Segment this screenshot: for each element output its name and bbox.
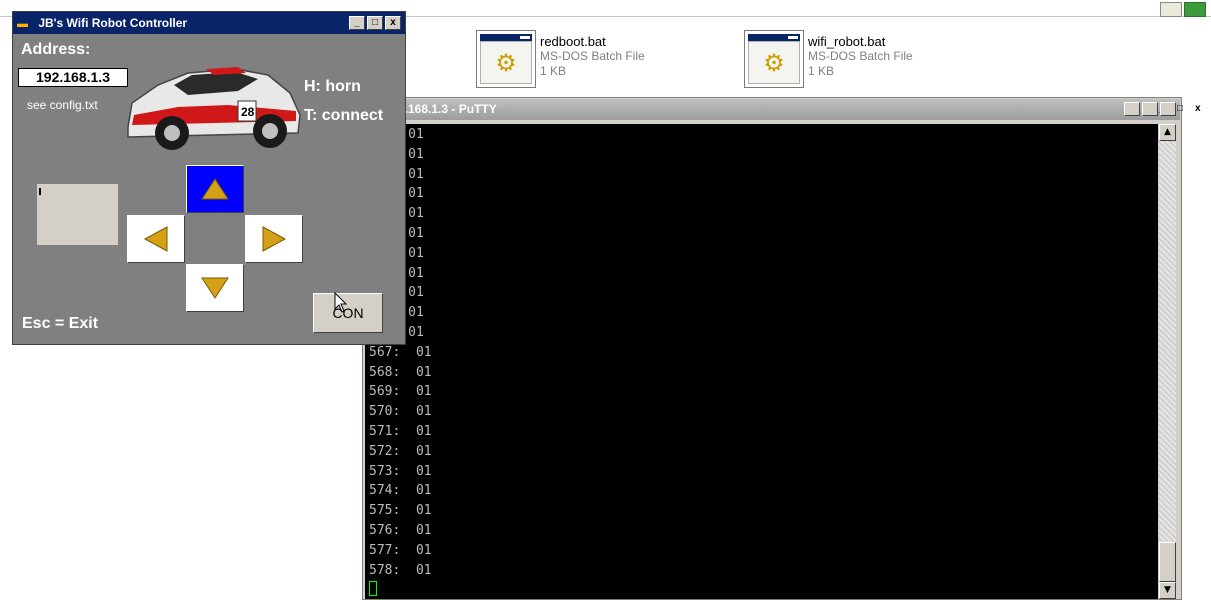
- connect-hint: T: connect: [304, 107, 384, 124]
- terminal-line: 569: 01: [369, 384, 432, 400]
- robot-controller-window[interactable]: ▬ JB's Wifi Robot Controller _ □ x Addre…: [12, 11, 406, 345]
- status-display: [37, 184, 118, 245]
- file-size: 1 KB: [540, 64, 567, 78]
- robot-close-button[interactable]: x: [385, 16, 401, 30]
- putty-minimize-button[interactable]: _: [1124, 102, 1165, 116]
- file-name: redboot.bat: [540, 34, 606, 49]
- file-item-wifi-robot[interactable]: ⚙ wifi_robot.bat MS-DOS Batch File 1 KB: [744, 30, 984, 90]
- terminal-line: 572: 01: [369, 443, 432, 459]
- rally-car-image: 28: [127, 67, 301, 150]
- gear-icon: ⚙: [495, 48, 517, 77]
- car-app-icon: ▬: [17, 18, 28, 30]
- batch-file-icon: ⚙: [744, 30, 804, 88]
- terminal-line: 568: 01: [369, 364, 432, 380]
- terminal-line: 576: 01: [369, 523, 432, 538]
- config-hint: see config.txt: [27, 98, 98, 112]
- putty-window[interactable]: 2.168.1.3 - PuTTY _ □ x 01 01 01 01 01 0…: [362, 97, 1201, 600]
- robot-minimize-button[interactable]: _: [349, 16, 365, 30]
- file-size: 1 KB: [808, 64, 835, 78]
- terminal-line: 567: 01: [369, 344, 432, 360]
- scroll-thumb[interactable]: [1159, 542, 1176, 582]
- dpad-center: [186, 214, 244, 264]
- dpad-up-button[interactable]: [186, 165, 244, 213]
- file-type: MS-DOS Batch File: [808, 49, 913, 63]
- arrow-left-icon: [143, 226, 168, 252]
- terminal-line: 578: 01: [369, 562, 432, 578]
- terminal-cursor: [369, 581, 377, 596]
- file-item-redboot[interactable]: ⚙ redboot.bat MS-DOS Batch File 1 KB: [476, 30, 716, 90]
- robot-title-text: JB's Wifi Robot Controller: [38, 16, 188, 30]
- mouse-pointer-icon: [334, 292, 348, 313]
- robot-title-bar[interactable]: ▬ JB's Wifi Robot Controller _ □ x: [13, 12, 405, 34]
- putty-title-text: 2.168.1.3 - PuTTY: [398, 102, 497, 116]
- terminal-line: 577: 01: [369, 542, 432, 558]
- scroll-down-button[interactable]: ▼: [1159, 582, 1176, 599]
- con-button[interactable]: CON: [313, 293, 383, 333]
- scroll-up-button[interactable]: ▲: [1159, 124, 1176, 141]
- explorer-go-button[interactable]: [1184, 2, 1206, 17]
- address-label: Address:: [21, 41, 91, 58]
- putty-title-bar[interactable]: 2.168.1.3 - PuTTY _ □ x: [364, 99, 1201, 120]
- exit-hint: Esc = Exit: [22, 315, 99, 332]
- file-name: wifi_robot.bat: [808, 34, 886, 49]
- explorer-minimize-button[interactable]: [1160, 2, 1182, 17]
- batch-file-icon: ⚙: [476, 30, 536, 88]
- terminal-scrollbar[interactable]: ▲ ▼: [1159, 124, 1176, 599]
- arrow-up-icon: [201, 178, 229, 200]
- terminal-line: 575: 01: [369, 503, 432, 519]
- terminal-line: 573: 01: [369, 463, 432, 479]
- terminal-screen[interactable]: 01 01 01 01 01 01 01 01 01 01 01 567: 01 5…: [365, 124, 1158, 599]
- gear-icon: ⚙: [763, 48, 785, 77]
- dpad-down-button[interactable]: [186, 264, 244, 312]
- putty-close-button[interactable]: x: [1160, 102, 1201, 116]
- address-input[interactable]: 192.168.1.3: [18, 68, 128, 87]
- terminal-line: 574: 01: [369, 483, 432, 499]
- file-type: MS-DOS Batch File: [540, 49, 645, 63]
- terminal-line: 571: 01: [369, 424, 432, 439]
- svg-text:28: 28: [241, 105, 255, 119]
- dpad-left-button[interactable]: [127, 215, 185, 263]
- putty-maximize-button[interactable]: □: [1142, 102, 1183, 116]
- robot-maximize-button[interactable]: □: [367, 16, 383, 30]
- arrow-down-icon: [201, 277, 229, 299]
- horn-hint: H: horn: [304, 78, 361, 95]
- terminal-line: 570: 01: [369, 404, 432, 420]
- dpad-right-button[interactable]: [245, 215, 303, 263]
- arrow-right-icon: [262, 226, 287, 252]
